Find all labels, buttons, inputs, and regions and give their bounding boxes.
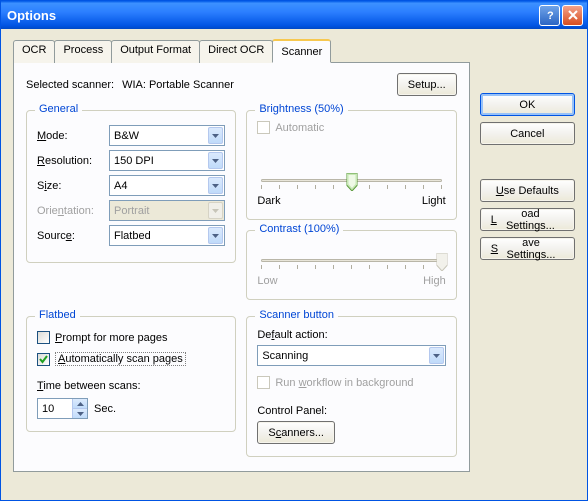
use-defaults-button[interactable]: Use Defaults bbox=[480, 179, 575, 202]
time-between-label: Time between scans: bbox=[37, 380, 225, 392]
contrast-high: High bbox=[423, 275, 446, 287]
spin-up-icon[interactable] bbox=[72, 399, 87, 409]
source-label: Source: bbox=[37, 230, 109, 242]
ok-button[interactable]: OK bbox=[480, 93, 575, 116]
tab-output-format[interactable]: Output Format bbox=[111, 40, 200, 63]
tab-direct-ocr[interactable]: Direct OCR bbox=[199, 40, 273, 63]
tab-scanner[interactable]: Scanner bbox=[272, 39, 331, 63]
brightness-light: Light bbox=[422, 195, 446, 207]
checkbox-icon bbox=[37, 353, 50, 366]
slider-thumb-icon bbox=[436, 253, 447, 271]
prompt-pages-checkbox[interactable]: Prompt for more pages bbox=[37, 331, 168, 344]
size-label: Size: bbox=[37, 180, 109, 192]
options-dialog: Options ? OCR Process Output Format Dire… bbox=[0, 0, 588, 501]
brightness-title: Brightness (50%) bbox=[255, 103, 347, 115]
contrast-low: Low bbox=[257, 275, 277, 287]
chevron-down-icon bbox=[208, 152, 223, 169]
scanner-button-group: Scanner button Default action: Scanning … bbox=[246, 316, 456, 457]
contrast-slider bbox=[261, 251, 441, 273]
close-icon[interactable] bbox=[562, 5, 583, 26]
brightness-slider[interactable] bbox=[261, 171, 441, 193]
tab-ocr[interactable]: OCR bbox=[13, 40, 55, 63]
save-settings-button[interactable]: Save Settings... bbox=[480, 237, 575, 260]
source-select[interactable]: Flatbed bbox=[109, 225, 225, 246]
brightness-dark: Dark bbox=[257, 195, 280, 207]
sec-label: Sec. bbox=[94, 403, 116, 415]
time-input[interactable] bbox=[38, 399, 72, 418]
scanners-button[interactable]: Scanners... bbox=[257, 421, 335, 444]
default-action-label: Default action: bbox=[257, 329, 445, 341]
time-spinner[interactable] bbox=[37, 398, 88, 419]
tab-process[interactable]: Process bbox=[54, 40, 112, 63]
mode-label: Mode: bbox=[37, 130, 109, 142]
chevron-down-icon bbox=[208, 202, 223, 219]
chevron-down-icon bbox=[208, 177, 223, 194]
default-action-select[interactable]: Scanning bbox=[257, 345, 445, 366]
checkbox-icon bbox=[257, 376, 270, 389]
titlebar: Options ? bbox=[1, 1, 587, 29]
contrast-title: Contrast (100%) bbox=[255, 223, 343, 235]
slider-thumb-icon[interactable] bbox=[346, 173, 357, 191]
setup-button[interactable]: Setup... bbox=[397, 73, 457, 96]
control-panel-label: Control Panel: bbox=[257, 405, 445, 417]
spin-down-icon[interactable] bbox=[72, 409, 87, 418]
selected-scanner-label: Selected scanner: bbox=[26, 79, 114, 91]
flatbed-group: Flatbed Prompt for more pages Automatica… bbox=[26, 316, 236, 432]
tabstrip: OCR Process Output Format Direct OCR Sca… bbox=[13, 39, 470, 62]
chevron-down-icon bbox=[208, 227, 223, 244]
brightness-auto-checkbox: Automatic bbox=[257, 121, 324, 134]
mode-select[interactable]: B&W bbox=[109, 125, 225, 146]
run-workflow-checkbox: Run workflow in background bbox=[257, 376, 413, 389]
window-title: Options bbox=[7, 8, 539, 23]
checkbox-icon bbox=[37, 331, 50, 344]
orientation-label: Orientation: bbox=[37, 205, 109, 217]
auto-scan-checkbox[interactable]: Automatically scan pages bbox=[37, 352, 186, 366]
resolution-select[interactable]: 150 DPI bbox=[109, 150, 225, 171]
selected-scanner-value: WIA: Portable Scanner bbox=[122, 79, 397, 91]
cancel-button[interactable]: Cancel bbox=[480, 122, 575, 145]
flatbed-title: Flatbed bbox=[35, 309, 80, 321]
contrast-group: Contrast (100%) LowHigh bbox=[246, 230, 456, 300]
load-settings-button[interactable]: Load Settings... bbox=[480, 208, 575, 231]
scanner-button-title: Scanner button bbox=[255, 309, 338, 321]
tabpanel-scanner: Selected scanner: WIA: Portable Scanner … bbox=[13, 62, 470, 472]
checkbox-icon bbox=[257, 121, 270, 134]
resolution-label: Resolution: bbox=[37, 155, 109, 167]
size-select[interactable]: A4 bbox=[109, 175, 225, 196]
chevron-down-icon bbox=[208, 127, 223, 144]
general-group: General Mode: B&W Resolution: 150 DPI bbox=[26, 110, 236, 263]
orientation-select: Portrait bbox=[109, 200, 225, 221]
chevron-down-icon bbox=[429, 347, 444, 364]
general-title: General bbox=[35, 103, 82, 115]
svg-text:?: ? bbox=[547, 10, 554, 21]
help-icon[interactable]: ? bbox=[539, 5, 560, 26]
brightness-group: Brightness (50%) Automatic bbox=[246, 110, 456, 220]
